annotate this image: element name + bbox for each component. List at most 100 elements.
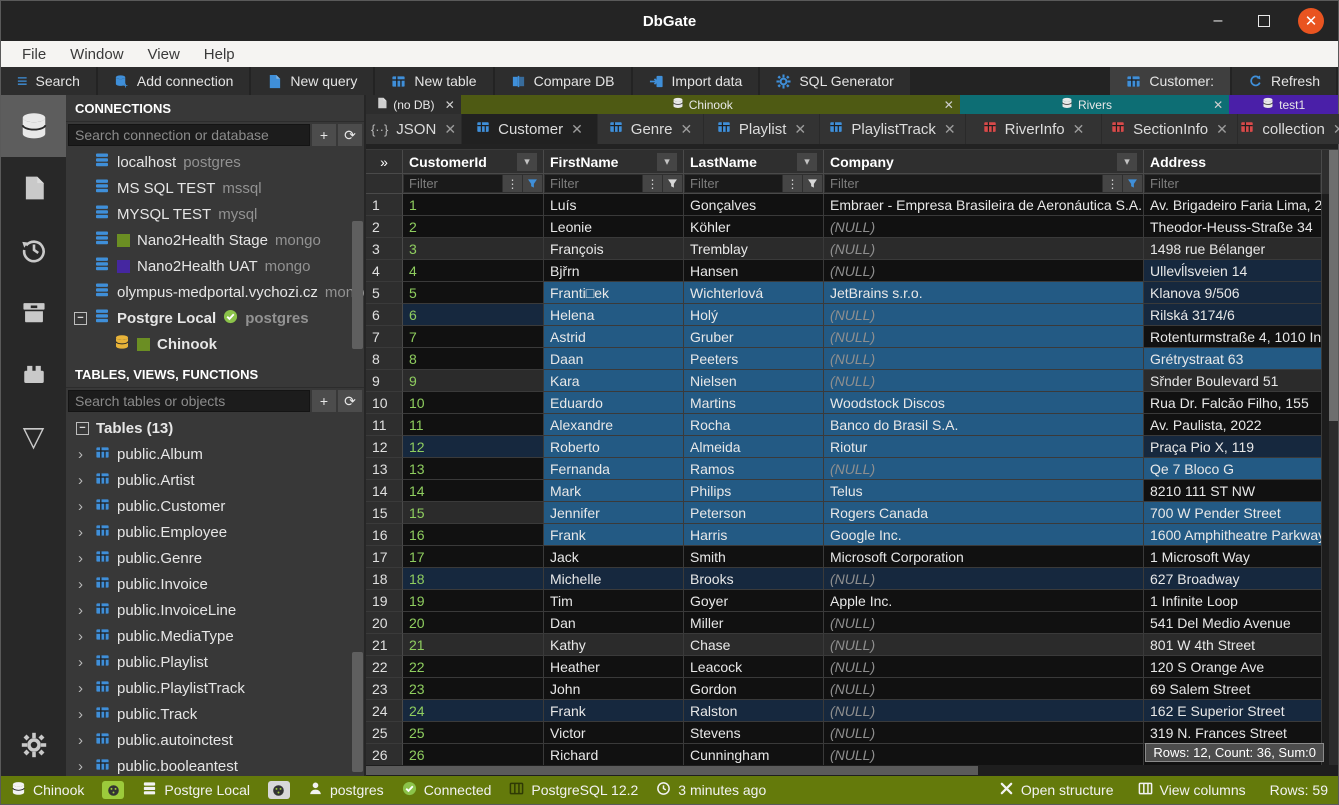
grid-cell[interactable]: 2 [403,216,544,238]
grid-cell[interactable]: (NULL) [824,348,1144,370]
grid-cell[interactable]: Qe 7 Bloco G [1144,458,1322,480]
rail-database-icon[interactable] [1,95,66,157]
tab-sectioninfo[interactable]: SectionInfo ✕ [1102,114,1237,144]
grid-cell[interactable]: (NULL) [824,238,1144,260]
column-header-company[interactable]: Company ▾ [824,150,1144,174]
grid-cell[interactable]: Tremblay [684,238,824,260]
column-header-lastname[interactable]: LastName ▾ [684,150,824,174]
status-view-columns[interactable]: View columns [1138,781,1246,799]
row-number[interactable]: 9 [366,370,403,392]
grid-cell[interactable]: Leonie [544,216,684,238]
close-icon[interactable]: ✕ [944,121,956,138]
tab-group-rivers[interactable]: Rivers ✕ [960,95,1229,114]
tables-scrollbar[interactable] [352,652,363,772]
grid-cell[interactable]: François [544,238,684,260]
column-header-firstname[interactable]: FirstName ▾ [544,150,684,174]
tables-group[interactable]: − Tables (13) [66,415,364,441]
connection-item[interactable]: −Postgre Localpostgres [66,305,364,331]
rail-plugins-icon[interactable] [1,343,66,405]
kebab-menu-icon[interactable]: ⋮ [783,175,802,192]
toolbar-add-connection-button[interactable]: +Add connection [98,67,250,95]
toolbar-refresh-button[interactable]: Refresh [1232,67,1336,95]
chevron-right-icon[interactable]: › [78,706,88,723]
status-3-minutes-ago[interactable]: 3 minutes ago [656,781,766,799]
collapse-icon[interactable]: − [74,312,87,325]
grid-cell[interactable]: Stevens [684,722,824,744]
grid-cell[interactable]: Cunningham [684,744,824,765]
grid-cell[interactable]: Ralston [684,700,824,722]
grid-cell[interactable]: 69 Salem Street [1144,678,1322,700]
grid-cell[interactable]: 26 [403,744,544,765]
row-number[interactable]: 26 [366,744,403,765]
close-icon[interactable]: ✕ [445,98,455,112]
grid-cell[interactable]: 14 [403,480,544,502]
close-button[interactable]: ✕ [1298,8,1324,34]
filter-funnel-icon[interactable] [1123,175,1142,192]
status-open-structure[interactable]: Open structure [999,781,1114,799]
status-postgre-local[interactable]: Postgre Local [142,781,250,799]
grid-cell[interactable]: 6 [403,304,544,326]
grid-cell[interactable]: 5 [403,282,544,304]
grid-cell[interactable]: 19 [403,590,544,612]
chevron-down-icon[interactable]: ▾ [1117,153,1137,171]
connection-item[interactable]: MYSQL TESTmysql [66,201,364,227]
grid-cell[interactable]: Embraer - Empresa Brasileira de Aeronáut… [824,194,1144,216]
grid-cell[interactable]: 319 N. Frances Street [1144,722,1322,744]
toolbar-new-table-button[interactable]: New table [375,67,492,95]
grid-cell[interactable]: Leacock [684,656,824,678]
tab-group-test1[interactable]: test1 [1229,95,1338,114]
toolbar-new-query-button[interactable]: New query [251,67,373,95]
grid-cell[interactable]: 627 Broadway [1144,568,1322,590]
grid-cell[interactable]: 23 [403,678,544,700]
grid-cell[interactable]: 1 Microsoft Way [1144,546,1322,568]
row-number[interactable]: 4 [366,260,403,282]
grid-cell[interactable]: Franti□ek [544,282,684,304]
row-number[interactable]: 8 [366,348,403,370]
grid-cell[interactable]: Rilská 3174/6 [1144,304,1322,326]
grid-cell[interactable]: 541 Del Medio Avenue [1144,612,1322,634]
status-chinook[interactable]: Chinook [11,781,84,799]
status-postgresql-12-2[interactable]: PostgreSQL 12.2 [509,781,638,799]
grid-cell[interactable]: Kara [544,370,684,392]
tab-playlist[interactable]: Playlist ✕ [704,114,819,144]
grid-cell[interactable]: Sřnder Boulevard 51 [1144,370,1322,392]
grid-cell[interactable]: Praça Pio X, 119 [1144,436,1322,458]
chevron-right-icon[interactable]: › [78,628,88,645]
menu-help[interactable]: Help [193,45,246,64]
close-icon[interactable]: ✕ [944,98,954,112]
row-number[interactable]: 17 [366,546,403,568]
chevron-right-icon[interactable]: › [78,446,88,463]
grid-hscrollbar[interactable] [366,765,1338,776]
filter-funnel-icon[interactable] [663,175,682,192]
grid-cell[interactable]: 9 [403,370,544,392]
grid-cell[interactable]: 24 [403,700,544,722]
status-badge[interactable] [268,781,290,799]
grid-cell[interactable]: 7 [403,326,544,348]
grid-cell[interactable]: Mark [544,480,684,502]
chevron-right-icon[interactable]: › [78,654,88,671]
grid-cell[interactable]: 120 S Orange Ave [1144,656,1322,678]
grid-cell[interactable]: 801 W 4th Street [1144,634,1322,656]
grid-cell[interactable]: Ullevĺlsveien 14 [1144,260,1322,282]
close-icon[interactable]: ✕ [794,121,806,138]
connections-scrollbar[interactable] [352,221,363,349]
filter-input-address[interactable] [1145,175,1320,192]
connection-item[interactable]: Chinook [66,331,364,357]
grid-cell[interactable]: Victor [544,722,684,744]
grid-cell[interactable]: Hansen [684,260,824,282]
row-number[interactable]: 7 [366,326,403,348]
grid-cell[interactable]: 21 [403,634,544,656]
grid-cell[interactable]: Jack [544,546,684,568]
grid-cell[interactable]: (NULL) [824,678,1144,700]
table-item[interactable]: › public.booleantest [66,753,364,776]
grid-cell[interactable]: Luís [544,194,684,216]
table-item[interactable]: › public.MediaType [66,623,364,649]
tab-playlisttrack[interactable]: PlaylistTrack ✕ [820,114,965,144]
chevron-right-icon[interactable]: › [78,576,88,593]
connections-refresh-icon[interactable]: ⟳ [338,124,362,146]
grid-cell[interactable]: Goyer [684,590,824,612]
chevron-down-icon[interactable]: ▾ [797,153,817,171]
status-badge[interactable] [102,781,124,799]
grid-cell[interactable]: Riotur [824,436,1144,458]
theme-palette-icon[interactable] [102,781,124,799]
